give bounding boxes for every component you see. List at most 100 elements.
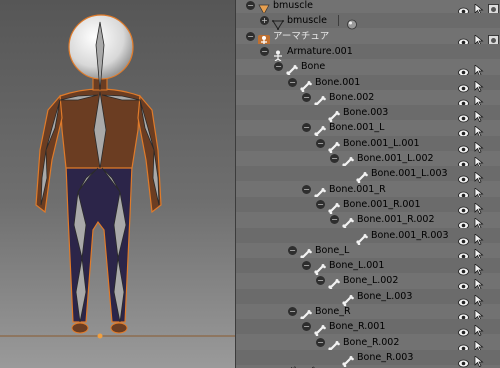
outliner-row[interactable]: − Bone — [236, 59, 500, 77]
outliner-row[interactable]: Bone.001_R.003 — [236, 227, 500, 245]
outliner-row-label[interactable]: Bone_L.003 — [357, 290, 412, 303]
selectable-cursor-icon[interactable] — [474, 306, 484, 321]
outliner-row[interactable]: Bone.001_L.003 — [236, 166, 500, 184]
outliner-row[interactable]: − アーマチュア — [236, 29, 500, 46]
selectable-cursor-icon[interactable] — [474, 184, 484, 199]
selectable-cursor-icon[interactable] — [474, 138, 484, 153]
outliner-row[interactable]: − Bone_L.002 — [236, 273, 500, 291]
outliner-row[interactable]: − Bone.001_L.002 — [236, 151, 500, 169]
outliner-row-label[interactable]: Bone.001_L.002 — [357, 152, 434, 165]
selectable-cursor-icon[interactable] — [474, 245, 484, 260]
outliner-row[interactable]: Bone.003 — [236, 105, 500, 123]
outliner-row[interactable]: − Bone.001_R.002 — [236, 212, 500, 230]
selectable-cursor-icon[interactable] — [474, 77, 484, 92]
visibility-eye-icon[interactable] — [458, 231, 469, 245]
visibility-eye-icon[interactable] — [458, 353, 469, 368]
outliner-row-label[interactable]: Bone_R — [315, 305, 351, 318]
outliner-row[interactable]: − Bone.001_R.001 — [236, 196, 500, 215]
outliner-row[interactable]: − Armature.001 — [236, 43, 500, 62]
outliner-row[interactable]: − Bone.001_R — [236, 182, 500, 199]
outliner-row-label[interactable]: Bone_R.002 — [343, 336, 399, 349]
outliner-row[interactable]: Bone_R.003 — [236, 349, 500, 368]
visibility-eye-icon[interactable] — [458, 261, 469, 276]
selectable-cursor-icon[interactable] — [474, 321, 484, 337]
outliner-row-label[interactable]: Bone_L — [315, 244, 349, 257]
collapse-toggle-icon[interactable]: − — [302, 184, 311, 194]
outliner-row[interactable]: − Bone_R — [236, 304, 500, 322]
selectable-cursor-icon[interactable] — [474, 260, 484, 276]
visibility-eye-icon[interactable] — [458, 139, 469, 154]
collapse-toggle-icon[interactable]: − — [302, 123, 311, 133]
collapse-toggle-icon[interactable]: − — [302, 322, 311, 332]
selectable-cursor-icon[interactable] — [474, 168, 484, 184]
outliner-row-label[interactable]: Bone.001_R — [329, 183, 386, 196]
collapse-toggle-icon[interactable]: − — [288, 245, 297, 255]
selectable-cursor-icon[interactable] — [474, 92, 484, 107]
outliner-row-label[interactable]: Bone_R.003 — [357, 351, 413, 364]
outliner-row[interactable]: − Bone.001_L.001 — [236, 135, 500, 154]
collapse-toggle-icon[interactable]: − — [330, 215, 339, 225]
collapse-toggle-icon[interactable]: − — [288, 307, 297, 316]
outliner-row[interactable]: Bone_L.003 — [236, 288, 500, 307]
selectable-cursor-icon[interactable] — [474, 291, 484, 306]
visibility-eye-icon[interactable] — [458, 276, 469, 291]
outliner-row-label[interactable]: bmuscle — [287, 14, 327, 27]
selectable-cursor-icon[interactable] — [474, 107, 484, 123]
visibility-eye-icon[interactable] — [458, 32, 469, 46]
expand-toggle-icon[interactable]: + — [260, 16, 269, 26]
selectable-cursor-icon[interactable] — [474, 61, 484, 77]
outliner-row[interactable]: − Bone.001 — [236, 74, 500, 92]
render-camera-icon[interactable] — [488, 0, 499, 15]
outliner-row-label[interactable]: Bone.001_R.003 — [371, 229, 449, 242]
visibility-eye-icon[interactable] — [458, 62, 469, 77]
visibility-eye-icon[interactable] — [458, 1, 469, 16]
collapse-toggle-icon[interactable]: − — [302, 261, 311, 271]
3d-viewport[interactable] — [0, 0, 235, 368]
outliner-row[interactable]: − Bone.001_L — [236, 120, 500, 138]
outliner-row-label[interactable]: Bone.001_L — [329, 121, 384, 134]
visibility-eye-icon[interactable] — [458, 307, 469, 322]
outliner-row-label[interactable]: bmuscle — [273, 0, 313, 12]
visibility-eye-icon[interactable] — [458, 108, 469, 123]
outliner-row[interactable]: + bmuscle — [236, 13, 500, 31]
collapse-toggle-icon[interactable]: − — [246, 31, 255, 41]
outliner-row-label[interactable]: Bone.002 — [329, 91, 374, 104]
outliner-row-label[interactable]: Bone.001_L.001 — [343, 137, 420, 150]
outliner-row-label[interactable]: Bone_L.002 — [343, 274, 398, 287]
outliner-row-label[interactable]: Bone_R.001 — [329, 320, 385, 333]
outliner-row[interactable]: − Bone_L — [236, 243, 500, 261]
collapse-toggle-icon[interactable]: − — [274, 62, 283, 72]
selectable-cursor-icon[interactable] — [474, 122, 484, 138]
collapse-toggle-icon[interactable]: − — [316, 199, 325, 209]
selectable-cursor-icon[interactable] — [474, 275, 484, 291]
character-model[interactable] — [0, 0, 235, 368]
outliner-row-label[interactable]: Bone.001_R.002 — [357, 213, 435, 226]
selectable-cursor-icon[interactable] — [474, 153, 484, 168]
outliner-row-label[interactable]: Bone.003 — [343, 106, 388, 119]
collapse-toggle-icon[interactable]: − — [316, 337, 325, 347]
visibility-eye-icon[interactable] — [458, 185, 469, 199]
outliner-row-label[interactable]: Bone_L.001 — [329, 259, 384, 272]
outliner-row-label[interactable]: Bone.001_L.003 — [371, 167, 448, 180]
visibility-eye-icon[interactable] — [458, 200, 469, 215]
visibility-eye-icon[interactable] — [458, 78, 469, 92]
collapse-toggle-icon[interactable]: − — [260, 46, 269, 56]
visibility-eye-icon[interactable] — [458, 123, 469, 138]
outliner-row-label[interactable]: Bone.001 — [315, 76, 360, 89]
visibility-eye-icon[interactable] — [458, 338, 469, 352]
selectable-cursor-icon[interactable] — [474, 337, 484, 352]
selectable-cursor-icon[interactable] — [474, 31, 484, 46]
outliner-row[interactable]: − Bone_R.002 — [236, 335, 500, 352]
visibility-eye-icon[interactable] — [458, 292, 469, 307]
outliner-row-label[interactable]: Bone — [301, 60, 325, 73]
selectable-cursor-icon[interactable] — [474, 0, 484, 15]
visibility-eye-icon[interactable] — [458, 93, 469, 108]
selectable-cursor-icon[interactable] — [474, 214, 484, 230]
visibility-eye-icon[interactable] — [458, 215, 469, 230]
visibility-eye-icon[interactable] — [458, 169, 469, 184]
outliner-row[interactable]: − Bone_R.001 — [236, 319, 500, 337]
material-icon[interactable] — [346, 15, 358, 30]
collapse-toggle-icon[interactable]: − — [330, 154, 339, 163]
visibility-eye-icon[interactable] — [458, 154, 469, 169]
outliner-row-label[interactable]: アーマチュア — [273, 30, 329, 43]
